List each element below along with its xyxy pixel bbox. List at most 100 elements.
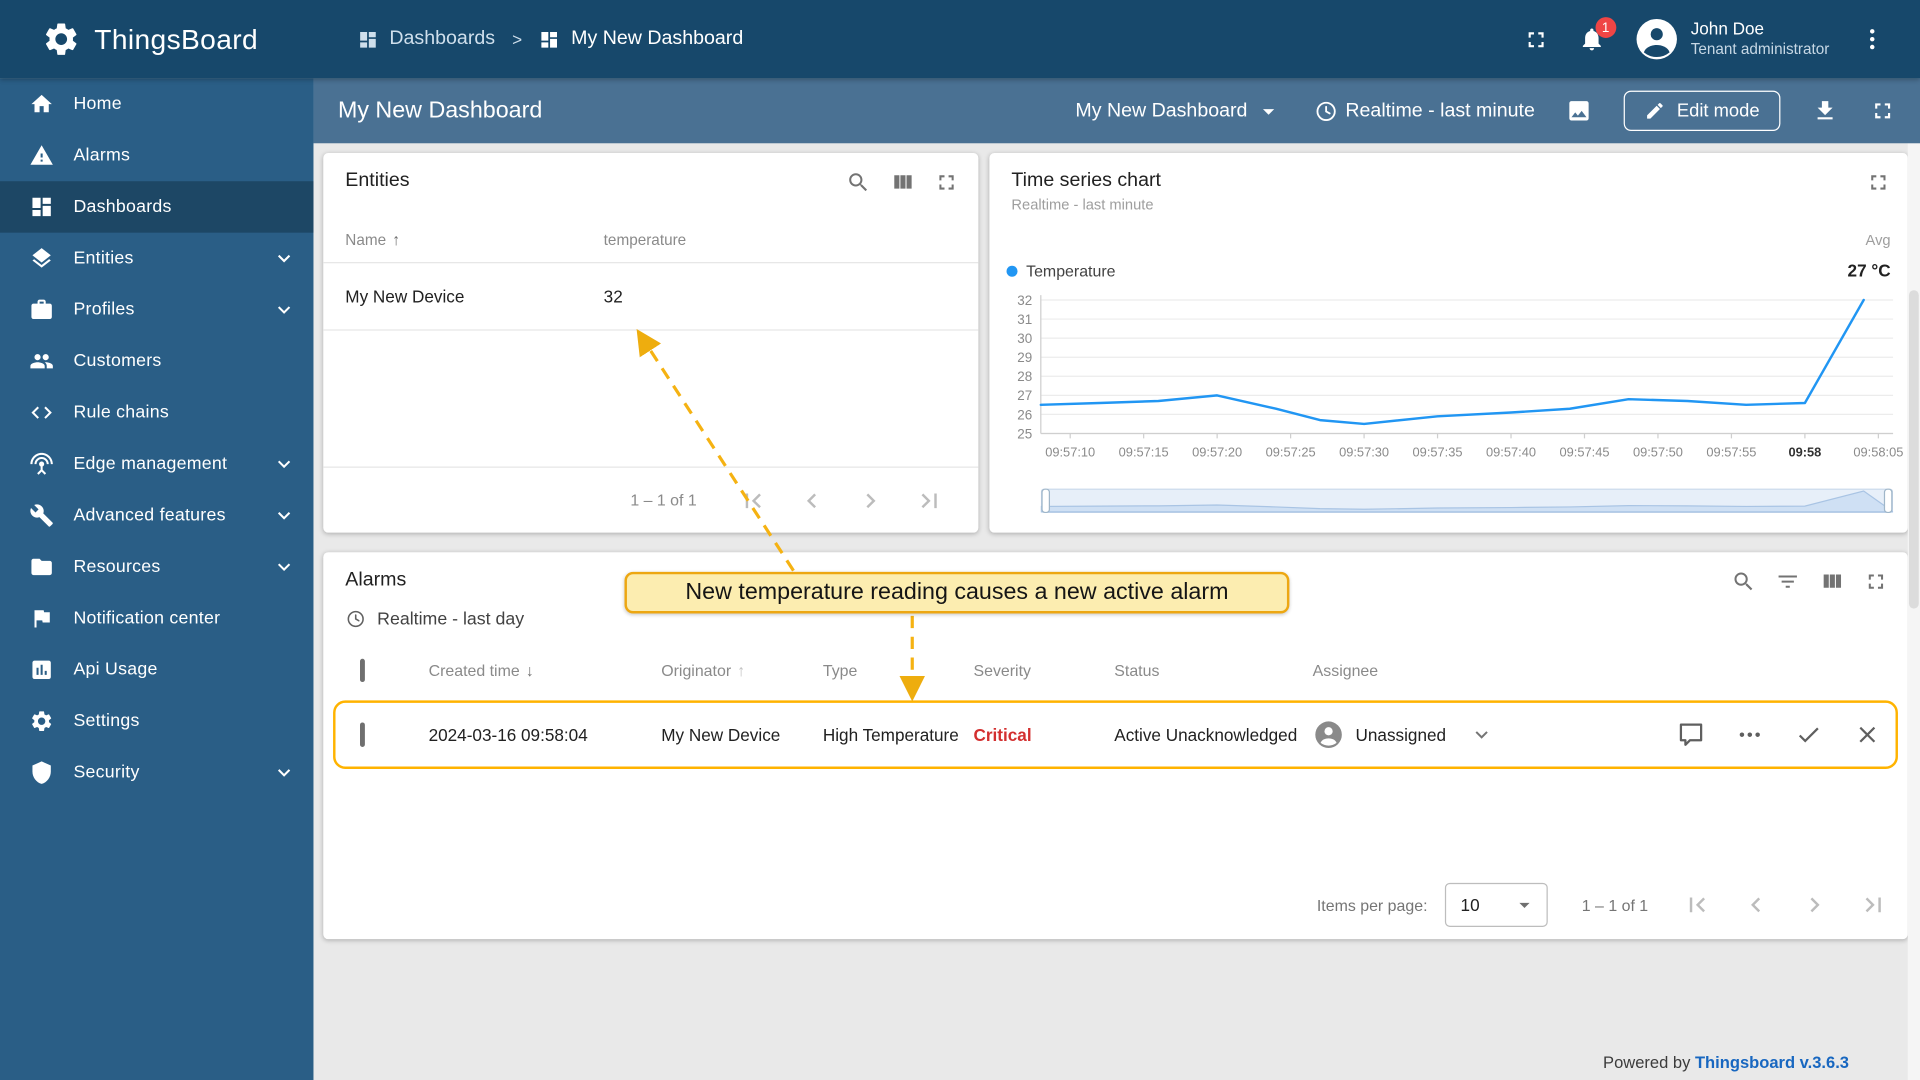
- sidebar-item-resources[interactable]: Resources: [0, 541, 313, 592]
- download-icon: [1812, 98, 1838, 124]
- more-menu-button[interactable]: [1859, 26, 1886, 53]
- legend-agg-value: 27 °C: [1847, 260, 1891, 281]
- breadcrumb-dashboards[interactable]: Dashboards: [358, 28, 495, 50]
- chevron-down-icon: [1469, 722, 1493, 746]
- sidebar-item-api-usage[interactable]: Api Usage: [0, 644, 313, 695]
- timewindow-button[interactable]: Realtime - last minute: [1314, 99, 1535, 123]
- sidebar-item-rule-chains[interactable]: Rule chains: [0, 387, 313, 438]
- chevron-down-icon: [272, 503, 296, 527]
- notification-badge: 1: [1595, 17, 1617, 38]
- download-button[interactable]: [1812, 98, 1838, 124]
- column-header-severity[interactable]: Severity: [973, 661, 1114, 679]
- chart-legend: Temperature 27 °C: [1006, 260, 1891, 281]
- dashboard-select[interactable]: My New Dashboard: [1075, 97, 1281, 124]
- search-icon[interactable]: [1731, 569, 1755, 593]
- last-page-button[interactable]: [1859, 890, 1888, 919]
- alarm-table-row[interactable]: 2024-03-16 09:58:04 My New Device High T…: [333, 700, 1898, 769]
- legend-agg-header: Avg: [1865, 231, 1891, 249]
- legend-series-temperature[interactable]: Temperature: [1006, 261, 1116, 280]
- clear-close-icon[interactable]: [1854, 721, 1881, 748]
- sidebar-item-label: Entities: [73, 248, 134, 269]
- sidebar-item-label: Alarms: [73, 145, 131, 166]
- alarm-assignee-dropdown[interactable]: Unassigned: [1313, 719, 1651, 751]
- column-header-originator[interactable]: Originator ↑: [661, 661, 823, 679]
- user-menu[interactable]: John Doe Tenant administrator: [1634, 17, 1829, 61]
- shield-icon: [29, 760, 53, 784]
- select-all-checkbox[interactable]: [360, 658, 365, 682]
- comment-icon[interactable]: [1678, 721, 1705, 748]
- entity-temperature: 32: [603, 286, 623, 307]
- notifications-button[interactable]: 1: [1578, 17, 1617, 53]
- column-header-temperature[interactable]: temperature: [604, 231, 979, 248]
- sidebar-item-home[interactable]: Home: [0, 78, 313, 129]
- column-header-assignee[interactable]: Assignee: [1313, 661, 1663, 679]
- sidebar-item-label: Home: [73, 94, 122, 114]
- fullscreen-icon[interactable]: [1864, 569, 1888, 593]
- filter-icon[interactable]: [1776, 569, 1800, 593]
- scrollbar-thumb[interactable]: [1908, 290, 1919, 609]
- image-export-button[interactable]: [1567, 98, 1593, 124]
- fullscreen-button[interactable]: [1523, 26, 1549, 52]
- column-label: Originator: [661, 660, 732, 679]
- search-icon[interactable]: [846, 170, 870, 194]
- sidebar-item-notification-center[interactable]: Notification center: [0, 593, 313, 644]
- pagination-controls: [738, 486, 944, 515]
- previous-page-button[interactable]: [797, 486, 826, 515]
- toolbar-fullscreen-button[interactable]: [1870, 98, 1896, 124]
- sidebar-item-settings[interactable]: Settings: [0, 696, 313, 747]
- app-logo[interactable]: ThingsBoard: [0, 20, 313, 59]
- sidebar-item-label: Dashboards: [73, 197, 172, 217]
- sidebar-item-label: Edge management: [73, 454, 228, 474]
- sidebar-item-alarms[interactable]: Alarms: [0, 130, 313, 181]
- thingsboard-version-link[interactable]: Thingsboard v.3.6.3: [1695, 1053, 1849, 1071]
- fullscreen-icon[interactable]: [1866, 170, 1890, 194]
- page-scrollbar[interactable]: [1907, 143, 1920, 1080]
- sidebar-item-label: Profiles: [73, 300, 135, 320]
- dashboard-toolbar: My New Dashboard My New Dashboard Realti…: [313, 78, 1920, 144]
- sidebar-item-profiles[interactable]: Profiles: [0, 284, 313, 335]
- fullscreen-icon[interactable]: [934, 170, 958, 194]
- svg-text:09:57:30: 09:57:30: [1339, 445, 1389, 460]
- acknowledge-check-icon[interactable]: [1795, 721, 1822, 748]
- column-header-status[interactable]: Status: [1114, 661, 1312, 679]
- columns-icon[interactable]: [890, 170, 914, 194]
- sidebar-item-edge-management[interactable]: Edge management: [0, 438, 313, 489]
- timeseries-scrollbar[interactable]: [1040, 487, 1894, 514]
- app-name: ThingsBoard: [94, 22, 259, 55]
- annotation-text: New temperature reading causes a new act…: [685, 579, 1229, 605]
- sidebar-item-dashboards[interactable]: Dashboards: [0, 181, 314, 233]
- column-header-created-time[interactable]: Created time ↓: [429, 661, 662, 679]
- sidebar-item-entities[interactable]: Entities: [0, 233, 313, 284]
- thingsboard-logo-icon: [42, 20, 81, 59]
- avatar: [1636, 18, 1677, 60]
- previous-page-button[interactable]: [1741, 890, 1770, 919]
- column-label: Status: [1114, 660, 1160, 679]
- entity-table-row[interactable]: My New Device 32: [323, 263, 979, 331]
- more-actions-icon[interactable]: [1736, 721, 1763, 748]
- edit-mode-button[interactable]: Edit mode: [1624, 90, 1781, 132]
- last-page-button[interactable]: [915, 486, 944, 515]
- dashboard-icon: [358, 29, 379, 50]
- row-checkbox[interactable]: [360, 722, 365, 747]
- sidebar-item-advanced-features[interactable]: Advanced features: [0, 490, 313, 541]
- column-header-name[interactable]: Name ↑: [345, 230, 603, 248]
- columns-icon[interactable]: [1820, 569, 1844, 593]
- next-page-button[interactable]: [1800, 890, 1829, 919]
- legend-label: Temperature: [1026, 261, 1116, 280]
- antenna-icon: [29, 452, 53, 476]
- powered-by: Powered by Thingsboard v.3.6.3: [1603, 1053, 1849, 1071]
- sidebar-item-customers[interactable]: Customers: [0, 336, 313, 387]
- first-page-button[interactable]: [1682, 890, 1711, 919]
- dropdown-arrow-icon: [1255, 97, 1282, 124]
- next-page-button[interactable]: [856, 486, 885, 515]
- chart-titles: Time series chart Realtime - last minute: [1011, 170, 1161, 213]
- sidebar-item-security[interactable]: Security: [0, 747, 313, 798]
- sidebar-item-label: Security: [73, 762, 140, 783]
- breadcrumb-current[interactable]: My New Dashboard: [539, 28, 743, 50]
- sidebar: Home Alarms Dashboards Entities Profiles…: [0, 78, 314, 1080]
- column-header-type[interactable]: Type: [823, 661, 974, 679]
- items-per-page-select[interactable]: 10: [1444, 882, 1548, 927]
- column-label: Created time: [428, 660, 520, 679]
- first-page-button[interactable]: [738, 486, 767, 515]
- svg-text:27: 27: [1017, 388, 1032, 403]
